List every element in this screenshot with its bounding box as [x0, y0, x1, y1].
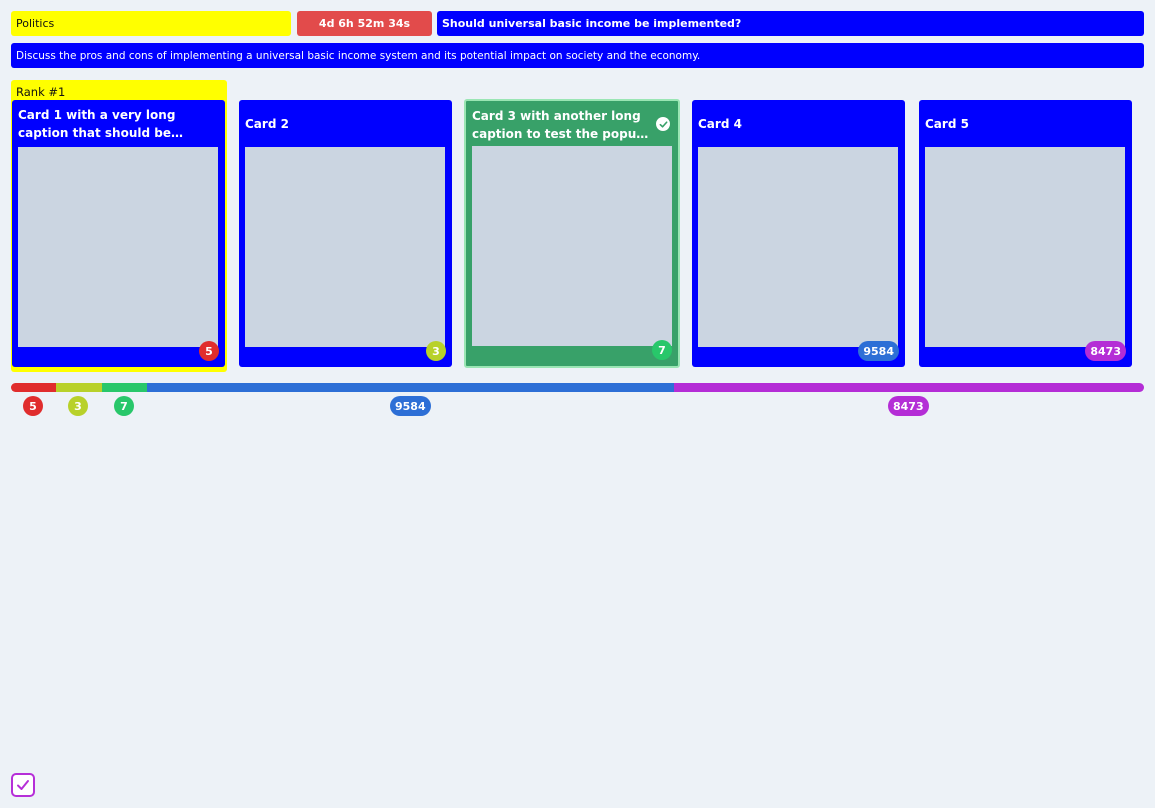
- rank-label: Rank #1: [16, 85, 66, 99]
- card-image: [698, 147, 898, 347]
- distribution-label: 9584: [390, 396, 431, 416]
- distribution-label: 7: [114, 396, 134, 416]
- card-caption[interactable]: Card 1 with a very long caption that sho…: [18, 104, 218, 144]
- vote-count-badge: 9584: [858, 341, 899, 361]
- card-1[interactable]: Card 1 with a very long caption that sho…: [12, 100, 225, 367]
- card-caption[interactable]: Card 5: [925, 104, 1125, 144]
- check-icon: [17, 780, 29, 790]
- distribution-label: 5: [23, 396, 43, 416]
- question-title: Should universal basic income be impleme…: [437, 11, 1144, 36]
- card-image: [472, 146, 672, 346]
- category-label: Politics: [11, 11, 291, 36]
- countdown-timer: 4d 6h 52m 34s: [297, 11, 432, 36]
- card-3[interactable]: Card 3 with another long caption to test…: [464, 99, 680, 368]
- confirm-button[interactable]: [11, 773, 35, 797]
- card-image: [245, 147, 445, 347]
- distribution-segment: [56, 383, 102, 392]
- card-caption[interactable]: Card 2: [245, 104, 445, 144]
- distribution-segment: [147, 383, 674, 392]
- distribution-segment: [11, 383, 56, 392]
- card-5[interactable]: Card 5 8473: [919, 100, 1132, 367]
- vote-count-badge: 5: [199, 341, 219, 361]
- distribution-segment: [674, 383, 1144, 392]
- vote-count-badge: 3: [426, 341, 446, 361]
- card-image: [925, 147, 1125, 347]
- vote-count-badge: 8473: [1085, 341, 1126, 361]
- card-caption[interactable]: Card 3 with another long caption to test…: [472, 105, 652, 145]
- distribution-label: 8473: [888, 396, 929, 416]
- card-4[interactable]: Card 4 9584: [692, 100, 905, 367]
- card-image: [18, 147, 218, 347]
- question-description: Discuss the pros and cons of implementin…: [11, 43, 1144, 68]
- distribution-label: 3: [68, 396, 88, 416]
- card-2[interactable]: Card 2 3: [239, 100, 452, 367]
- distribution-segment: [102, 383, 147, 392]
- vote-distribution-bar: [11, 383, 1144, 392]
- check-circle-icon: [656, 117, 670, 131]
- card-caption[interactable]: Card 4: [698, 104, 898, 144]
- vote-count-badge: 7: [652, 340, 672, 360]
